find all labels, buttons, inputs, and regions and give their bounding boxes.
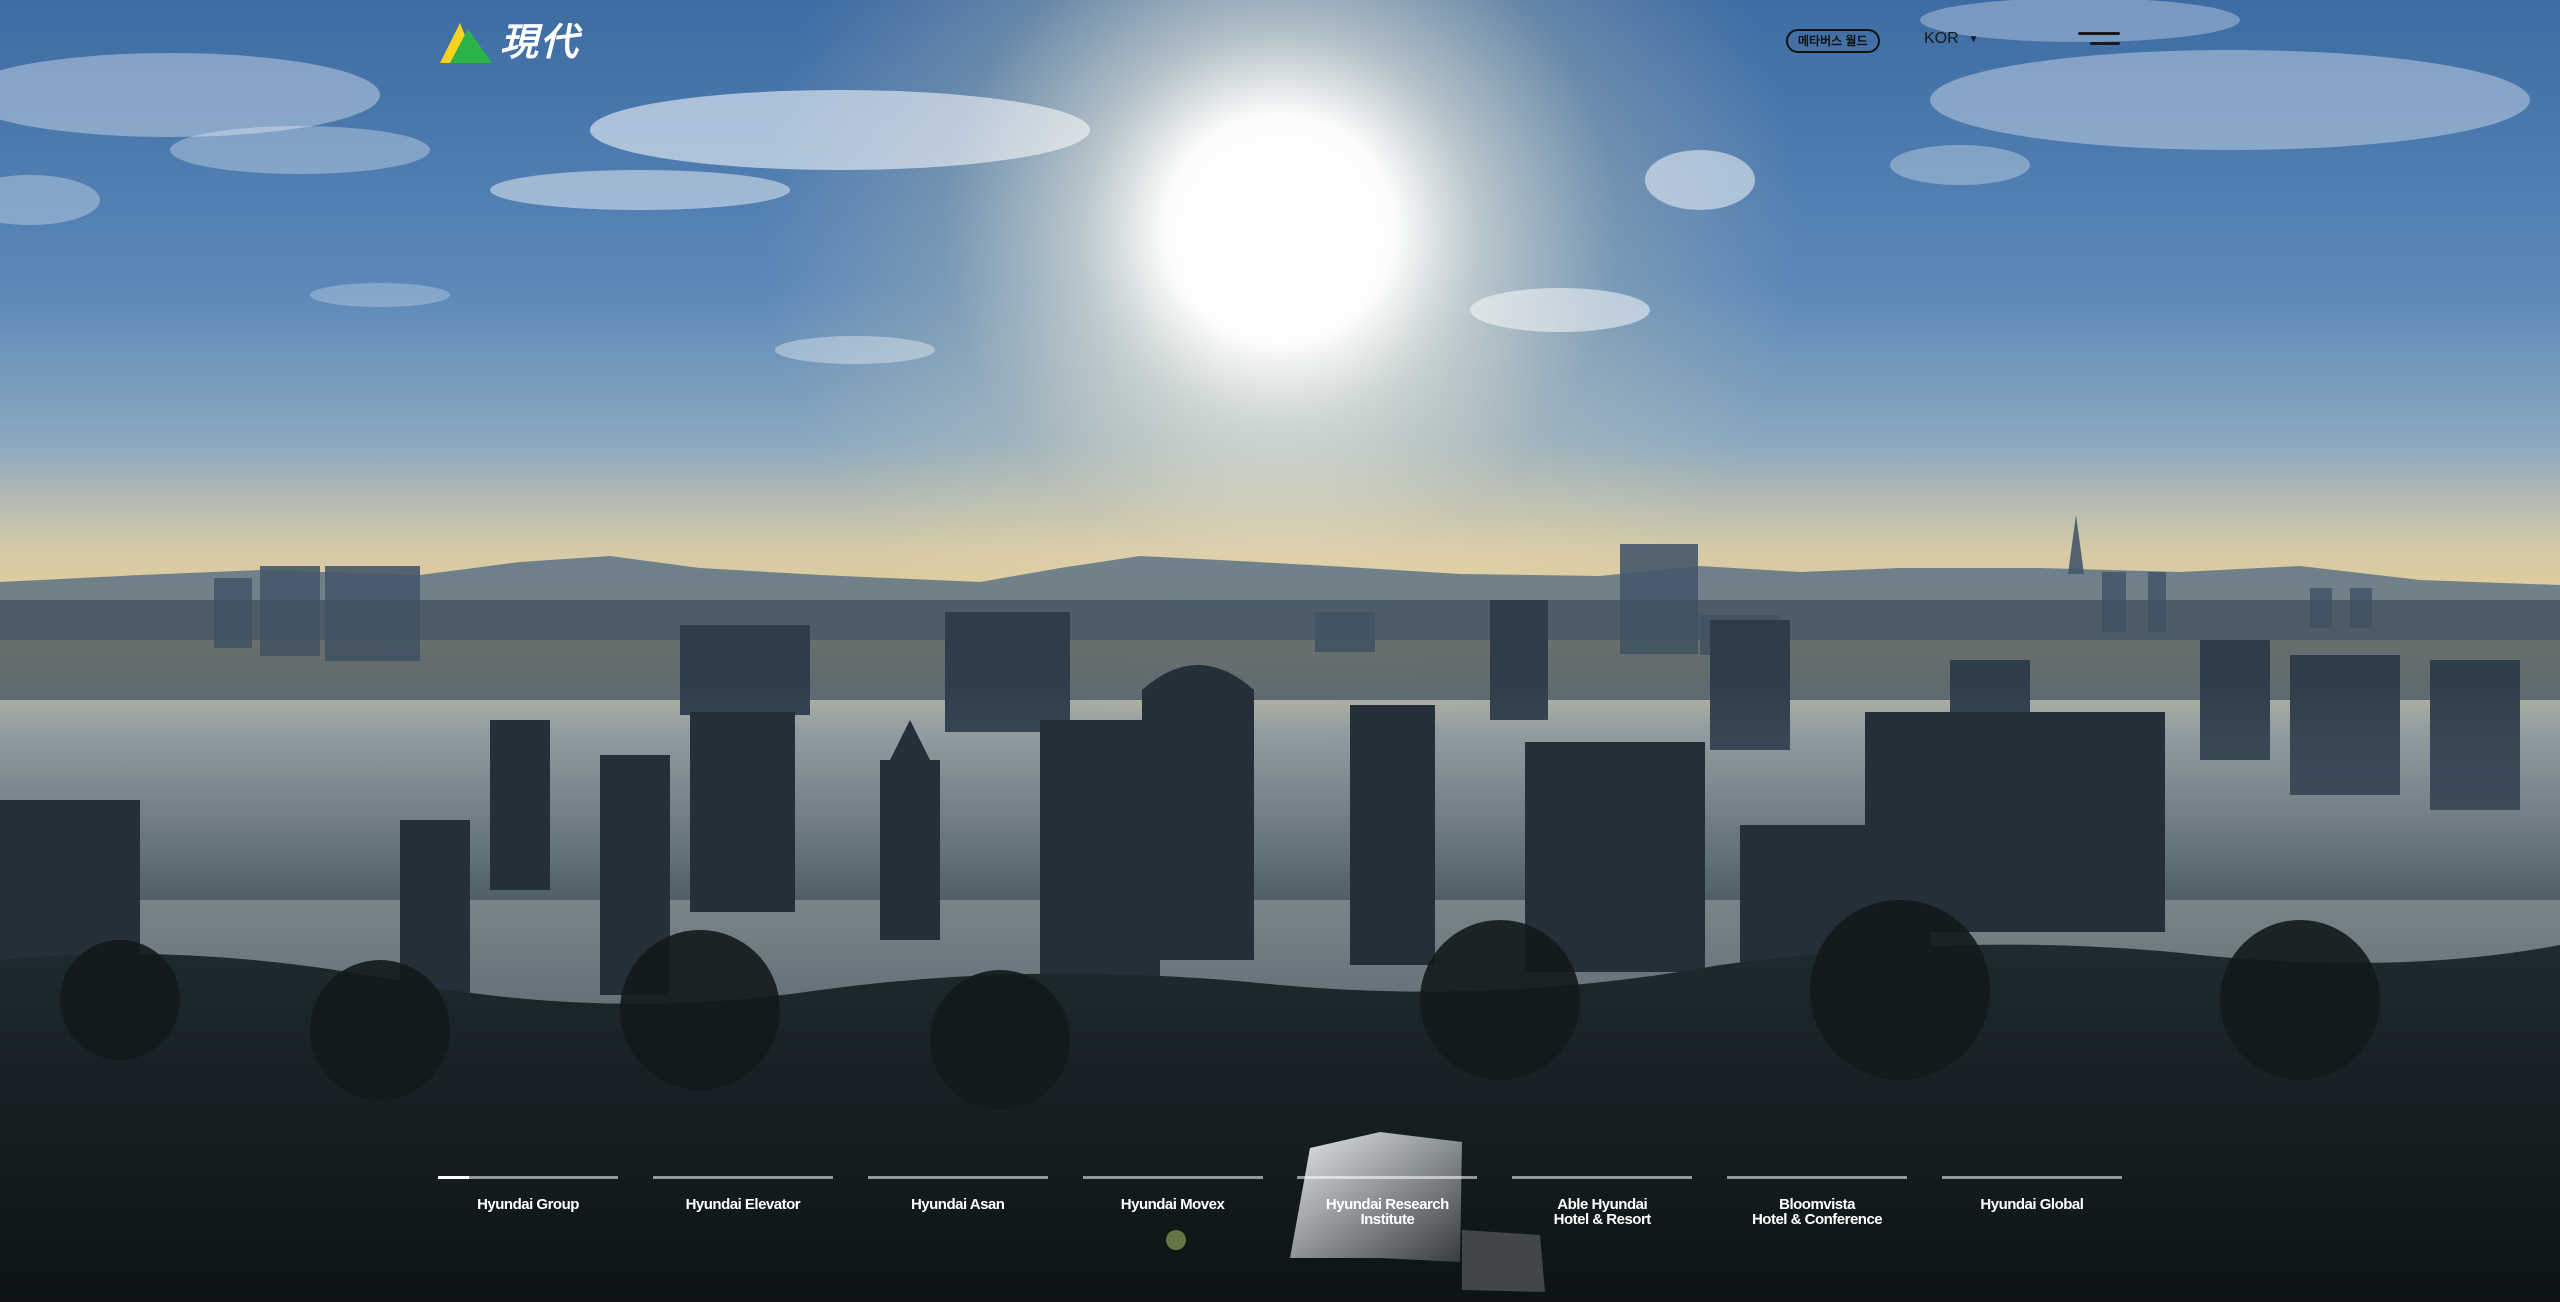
- affiliate-progress-bar: [1297, 1176, 1478, 1179]
- logo-wordmark: 現代: [500, 19, 581, 64]
- affiliate-label: Hyundai Movex: [1120, 1196, 1225, 1213]
- affiliate-tab-bloomvista[interactable]: Bloomvista Hotel & Conference: [1727, 1176, 1908, 1228]
- affiliate-progress-bar: [1727, 1176, 1908, 1179]
- affiliate-tab-hyundai-asan[interactable]: Hyundai Asan: [867, 1176, 1048, 1227]
- affiliate-nav: Hyundai Group Hyundai Elevator Hyundai A…: [438, 1176, 2122, 1227]
- affiliate-tab-hyundai-elevator[interactable]: Hyundai Elevator: [652, 1176, 833, 1227]
- affiliate-label: Hyundai Group: [477, 1196, 579, 1213]
- caret-down-icon: ▼: [1968, 33, 1979, 45]
- brand-logo[interactable]: 現代: [438, 18, 580, 66]
- metaverse-world-button[interactable]: 메타버스 월드: [1786, 29, 1880, 53]
- hamburger-icon-line: [2090, 42, 2120, 45]
- affiliate-progress-bar: [652, 1176, 833, 1179]
- affiliate-label: Bloomvista Hotel & Conference: [1751, 1196, 1883, 1228]
- language-current: KOR: [1924, 30, 1959, 47]
- hero-stage: 現代 메타버스 월드 KOR ▼ Hyundai Group Hyundai E…: [0, 0, 2560, 1302]
- affiliate-progress-bar: [1512, 1176, 1693, 1179]
- affiliate-progress-bar: [867, 1176, 1048, 1179]
- affiliate-progress-bar: [1941, 1176, 2122, 1179]
- affiliate-tab-hyundai-global[interactable]: Hyundai Global: [1941, 1176, 2122, 1227]
- affiliate-label: Able Hyundai Hotel & Resort: [1553, 1196, 1652, 1228]
- site-header: 現代 메타버스 월드 KOR ▼: [0, 0, 2560, 84]
- affiliate-label: Hyundai Research Institute: [1325, 1196, 1449, 1228]
- hero-background-image: [0, 0, 2560, 1302]
- affiliate-tab-hyundai-group[interactable]: Hyundai Group: [438, 1176, 618, 1227]
- affiliate-progress-bar: [1082, 1176, 1263, 1179]
- affiliate-label: Hyundai Asan: [910, 1196, 1005, 1213]
- hamburger-menu-button[interactable]: [2078, 28, 2120, 52]
- affiliate-tab-able-hyundai[interactable]: Able Hyundai Hotel & Resort: [1512, 1176, 1693, 1228]
- affiliate-progress-bar: [438, 1176, 618, 1179]
- affiliate-tab-hyundai-research-institute[interactable]: Hyundai Research Institute: [1297, 1176, 1478, 1228]
- hamburger-icon: [2078, 32, 2120, 35]
- affiliate-tab-hyundai-movex[interactable]: Hyundai Movex: [1082, 1176, 1263, 1227]
- language-selector[interactable]: KOR ▼: [1924, 30, 1979, 48]
- affiliate-label: Hyundai Elevator: [685, 1196, 801, 1213]
- logo-triangle-icon: [440, 23, 492, 63]
- affiliate-label: Hyundai Global: [1980, 1196, 2084, 1213]
